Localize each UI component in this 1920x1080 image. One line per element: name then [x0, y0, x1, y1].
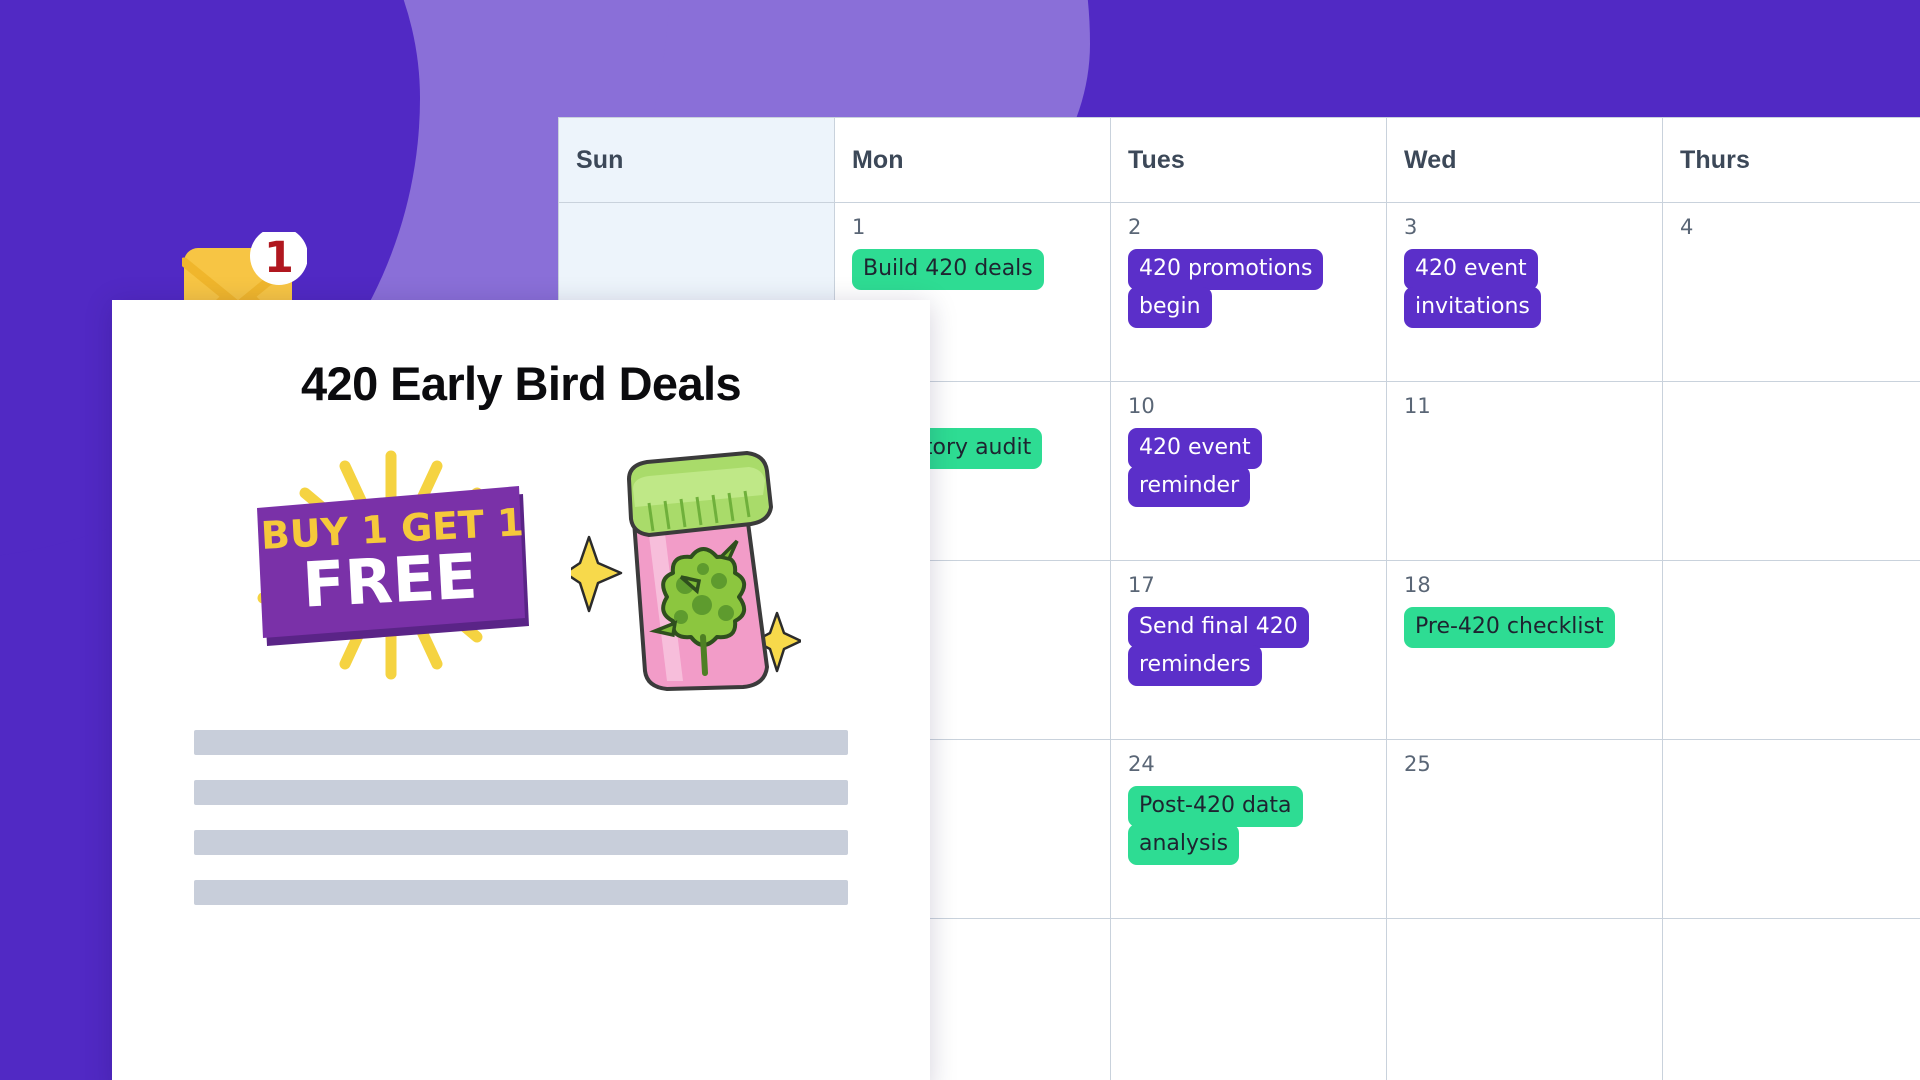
calendar-day-number: 4 [1680, 215, 1694, 239]
flyer-placeholder-bar [194, 830, 848, 855]
calendar-event-text: begin [1128, 287, 1212, 328]
calendar-event-text: Pre-420 checklist [1404, 607, 1615, 648]
calendar-event-text: reminders [1128, 645, 1262, 686]
calendar-event-line: reminder [1128, 466, 1374, 507]
envelope-badge-count: 1 [264, 233, 294, 283]
calendar-day-cell[interactable] [1111, 919, 1387, 1080]
day-header-label: Mon [852, 145, 904, 174]
calendar-event-pill[interactable]: Pre-420 checklist [1404, 607, 1650, 648]
calendar-event-line: invitations [1404, 287, 1650, 328]
calendar-event-pill[interactable]: 420 event reminder [1128, 428, 1374, 507]
bogo-badge-icon: BUY 1 GET 1 FREE [241, 450, 541, 680]
calendar-event-line: Pre-420 checklist [1404, 607, 1650, 648]
calendar-event-text: Post-420 data [1128, 786, 1303, 827]
calendar-event-line: 420 promotions [1128, 249, 1374, 290]
calendar-day-events: 420 event reminder [1128, 428, 1374, 507]
calendar-event-line: reminders [1128, 645, 1374, 686]
canvas: Sun Mon Tues Wed Thurs 1 Build 420 deals 2… [0, 0, 1920, 1080]
calendar-day-number: 3 [1404, 215, 1418, 239]
calendar-day-cell[interactable] [1663, 382, 1920, 560]
calendar-event-line: analysis [1128, 824, 1374, 865]
calendar-day-cell[interactable]: 11 [1387, 382, 1663, 560]
calendar-day-cell[interactable] [1663, 919, 1920, 1080]
calendar-event-line: Send final 420 [1128, 607, 1374, 648]
calendar-day-cell[interactable] [1387, 919, 1663, 1080]
calendar-event-line: 420 event [1128, 428, 1374, 469]
calendar-event-line: 420 event [1404, 249, 1650, 290]
flyer-artwork: BUY 1 GET 1 FREE [112, 440, 930, 691]
calendar-day-number: 2 [1128, 215, 1142, 239]
calendar-day-cell[interactable]: 17 Send final 420 reminders [1111, 561, 1387, 739]
calendar-day-events: Send final 420 reminders [1128, 607, 1374, 686]
flyer-placeholder-bar [194, 780, 848, 805]
calendar-event-text: 420 event [1128, 428, 1262, 469]
day-header-label: Thurs [1680, 145, 1750, 174]
calendar-event-text: 420 event [1404, 249, 1538, 290]
calendar-day-cell[interactable]: 2 420 promotions begin [1111, 203, 1387, 381]
flyer-text-placeholders [194, 730, 848, 930]
calendar-event-pill[interactable]: Post-420 data analysis [1128, 786, 1374, 865]
calendar-event-pill[interactable]: 420 promotions begin [1128, 249, 1374, 328]
calendar-day-number: 10 [1128, 394, 1155, 418]
calendar-event-line: begin [1128, 287, 1374, 328]
calendar-day-cell[interactable]: 25 [1387, 740, 1663, 918]
calendar-event-text: invitations [1404, 287, 1541, 328]
calendar-day-events: 420 promotions begin [1128, 249, 1374, 328]
calendar-event-text: 420 promotions [1128, 249, 1324, 290]
calendar-day-cell[interactable] [1663, 561, 1920, 739]
calendar-event-text: reminder [1128, 466, 1251, 507]
calendar-header-row: Sun Mon Tues Wed Thurs [559, 118, 1920, 202]
calendar-day-number: 25 [1404, 752, 1431, 776]
calendar-day-cell[interactable]: 4 [1663, 203, 1920, 381]
flyer-title: 420 Early Bird Deals [301, 357, 742, 410]
calendar-day-cell[interactable]: 3 420 event invitations [1387, 203, 1663, 381]
calendar-day-events: Build 420 deals [852, 249, 1098, 290]
calendar-day-number: 18 [1404, 573, 1431, 597]
calendar-day-events: 420 event invitations [1404, 249, 1650, 328]
calendar-day-cell[interactable]: 18 Pre-420 checklist [1387, 561, 1663, 739]
day-header-label: Sun [576, 145, 624, 174]
calendar-event-pill[interactable]: Send final 420 reminders [1128, 607, 1374, 686]
calendar-event-pill[interactable]: 420 event invitations [1404, 249, 1650, 328]
bogo-line2: FREE [301, 540, 479, 622]
calendar-header-wed: Wed [1387, 118, 1663, 202]
flyer-card: 420 Early Bird Deals BUY 1 GET 1 FREE [112, 300, 930, 1080]
calendar-day-cell[interactable]: 24 Post-420 data analysis [1111, 740, 1387, 918]
calendar-header-mon: Mon [835, 118, 1111, 202]
flyer-placeholder-bar [194, 880, 848, 905]
cannabis-jar-icon [563, 445, 803, 691]
calendar-event-line: Post-420 data [1128, 786, 1374, 827]
calendar-day-number: 24 [1128, 752, 1155, 776]
calendar-day-events: Post-420 data analysis [1128, 786, 1374, 865]
calendar-header-sun: Sun [559, 118, 835, 202]
calendar-event-pill[interactable]: Build 420 deals [852, 249, 1098, 290]
calendar-event-text: analysis [1128, 824, 1240, 865]
calendar-event-line: Build 420 deals [852, 249, 1098, 290]
calendar-event-text: Build 420 deals [852, 249, 1044, 290]
calendar-header-thurs: Thurs [1663, 118, 1920, 202]
calendar-header-tues: Tues [1111, 118, 1387, 202]
calendar-day-cell[interactable] [1663, 740, 1920, 918]
calendar-day-events: Pre-420 checklist [1404, 607, 1650, 648]
calendar-day-number: 11 [1404, 394, 1431, 418]
calendar-day-number: 17 [1128, 573, 1155, 597]
calendar-day-number: 1 [852, 215, 866, 239]
calendar-day-cell[interactable]: 10 420 event reminder [1111, 382, 1387, 560]
day-header-label: Tues [1128, 145, 1185, 174]
day-header-label: Wed [1404, 145, 1457, 174]
flyer-placeholder-bar [194, 730, 848, 755]
calendar-event-text: Send final 420 [1128, 607, 1309, 648]
